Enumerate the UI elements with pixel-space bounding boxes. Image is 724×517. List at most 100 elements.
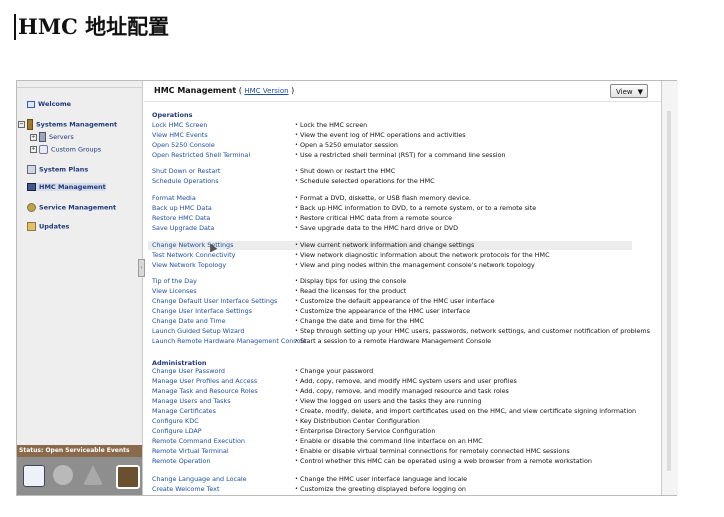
sidebar-item-system-plans[interactable]: System Plans <box>27 165 88 174</box>
document-title: HMC 地址配置 <box>14 14 169 40</box>
task-description: Back up HMC information to DVD, to a rem… <box>295 204 536 213</box>
hmc-window: Welcome − Systems Management + Servers + Cu… <box>16 80 678 496</box>
task-description: View the logged on users and the tasks t… <box>295 397 482 406</box>
task-description: View network diagnostic information abou… <box>295 251 550 260</box>
task-description: Open a 5250 emulator session <box>295 141 398 150</box>
task-description: View the event log of HMC operations and… <box>295 131 466 140</box>
sidebar-item-label: Welcome <box>38 100 72 108</box>
task-description: View and ping nodes within the managemen… <box>295 261 535 270</box>
task-description: Control whether this HMC can be operated… <box>295 457 592 466</box>
task-link[interactable]: View HMC Events <box>152 131 208 140</box>
task-description: Read the licenses for the product <box>295 287 406 296</box>
task-link[interactable]: Change Date and Time <box>152 317 226 326</box>
system-plans-icon <box>27 165 36 174</box>
expand-icon[interactable]: + <box>30 146 37 153</box>
expand-icon[interactable]: + <box>30 133 37 141</box>
updates-icon <box>27 222 36 231</box>
error-icon[interactable] <box>53 465 73 485</box>
task-link[interactable]: Manage Certificates <box>152 407 216 416</box>
section-operations: Operations <box>152 111 193 119</box>
sidebar-item-welcome[interactable]: Welcome <box>27 100 71 108</box>
header-close-paren: ) <box>291 86 295 95</box>
task-description: View current network information and cha… <box>295 241 474 250</box>
task-link[interactable]: Remote Command Execution <box>152 437 245 446</box>
task-link[interactable]: Restore HMC Data <box>152 214 210 223</box>
task-description: Enable or disable virtual terminal conne… <box>295 447 570 456</box>
status-icons-bar <box>17 457 142 495</box>
task-description: Save upgrade data to the HMC hard drive … <box>295 224 458 233</box>
service-tool-icon[interactable] <box>116 465 140 489</box>
view-menu-button[interactable]: View ▼ <box>610 84 648 98</box>
task-link[interactable]: Manage Task and Resource Roles <box>152 387 258 396</box>
task-description: Display tips for using the console <box>295 277 406 286</box>
task-link[interactable]: View Network Topology <box>152 261 226 270</box>
task-link[interactable]: Remote Virtual Terminal <box>152 447 229 456</box>
task-description: Add, copy, remove, and modify managed re… <box>295 387 509 396</box>
sidebar-item-label: Custom Groups <box>51 145 102 154</box>
sidebar-item-updates[interactable]: Updates <box>27 222 69 231</box>
task-link[interactable]: Open Restricted Shell Terminal <box>152 151 250 160</box>
task-link[interactable]: Launch Guided Setup Wizard <box>152 327 244 336</box>
task-description: Shut down or restart the HMC <box>295 167 395 176</box>
task-link[interactable]: Launch Remote Hardware Management Consol… <box>152 337 306 346</box>
task-link[interactable]: Schedule Operations <box>152 177 219 186</box>
task-link[interactable]: Manage Users and Tasks <box>152 397 231 406</box>
task-link[interactable]: Change Default User Interface Settings <box>152 297 277 306</box>
sidebar-item-label: Service Management <box>39 203 117 212</box>
task-description: Customize the greeting displayed before … <box>295 485 466 494</box>
task-link[interactable]: Shut Down or Restart <box>152 167 220 176</box>
task-description: Customize the default appearance of the … <box>295 297 495 306</box>
warning-icon[interactable] <box>83 465 103 485</box>
task-link[interactable]: Configure LDAP <box>152 427 202 436</box>
section-administration: Administration <box>152 359 207 367</box>
task-link[interactable]: View Licenses <box>152 287 197 296</box>
task-description: Use a restricted shell terminal (RST) fo… <box>295 151 506 160</box>
task-description: Change the date and time for the HMC <box>295 317 424 326</box>
collapse-icon[interactable]: − <box>18 121 25 128</box>
task-area-header: HMC Management ( HMC Version ) <box>154 86 294 95</box>
sidebar-item-label: Servers <box>49 133 74 141</box>
task-link[interactable]: Test Network Connectivity <box>152 251 235 260</box>
task-link[interactable]: Change User Interface Settings <box>152 307 252 316</box>
vertical-scrollbar[interactable] <box>661 81 678 495</box>
dropdown-arrow-icon: ▼ <box>637 88 643 96</box>
sidebar-item-service-management[interactable]: Service Management <box>27 203 116 212</box>
scrollbar-track[interactable] <box>667 111 671 471</box>
task-description: Restore critical HMC data from a remote … <box>295 214 452 223</box>
welcome-icon <box>27 100 35 108</box>
task-link[interactable]: Remote Operation <box>152 457 211 466</box>
sidebar-item-label: Systems Management <box>36 120 118 129</box>
sidebar-item-systems-management[interactable]: − Systems Management <box>18 119 117 130</box>
task-description: Lock the HMC screen <box>295 121 367 130</box>
task-link[interactable]: Change Language and Locale <box>152 475 247 484</box>
task-link[interactable]: Lock HMC Screen <box>152 121 207 130</box>
task-link[interactable]: Back up HMC Data <box>152 204 212 213</box>
task-link[interactable]: Change User Password <box>152 367 225 376</box>
task-description: Change the HMC user interface language a… <box>295 475 467 484</box>
task-description: Key Distribution Center Configuration <box>295 417 420 426</box>
task-link[interactable]: Create Welcome Text <box>152 485 219 494</box>
sidebar-item-label: HMC Management <box>39 183 106 191</box>
sidebar-item-servers[interactable]: + Servers <box>30 132 74 142</box>
task-description: Format a DVD, diskette, or USB flash mem… <box>295 194 471 203</box>
header-divider <box>144 101 677 102</box>
task-description: Start a session to a remote Hardware Man… <box>295 337 491 346</box>
systems-icon <box>27 119 33 130</box>
sidebar-item-custom-groups[interactable]: + Custom Groups <box>30 145 101 154</box>
hmc-version-link[interactable]: HMC Version <box>244 87 288 95</box>
task-link[interactable]: Format Media <box>152 194 196 203</box>
task-link[interactable]: Configure KDC <box>152 417 199 426</box>
sidebar-item-label: Updates <box>39 222 70 231</box>
task-link[interactable]: Change Network Settings <box>152 241 233 250</box>
service-management-icon <box>27 203 36 212</box>
task-link[interactable]: Manage User Profiles and Access <box>152 377 257 386</box>
page-title: HMC Management <box>154 86 237 95</box>
task-description: Create, modify, delete, and import certi… <box>295 407 636 416</box>
task-description: Change your password <box>295 367 373 376</box>
task-link[interactable]: Open 5250 Console <box>152 141 215 150</box>
task-link[interactable]: Tip of the Day <box>152 277 197 286</box>
task-link[interactable]: Save Upgrade Data <box>152 224 214 233</box>
sidebar-item-hmc-management[interactable]: HMC Management <box>27 183 106 191</box>
sidebar-item-label: System Plans <box>39 165 89 174</box>
events-list-icon[interactable] <box>23 465 45 487</box>
